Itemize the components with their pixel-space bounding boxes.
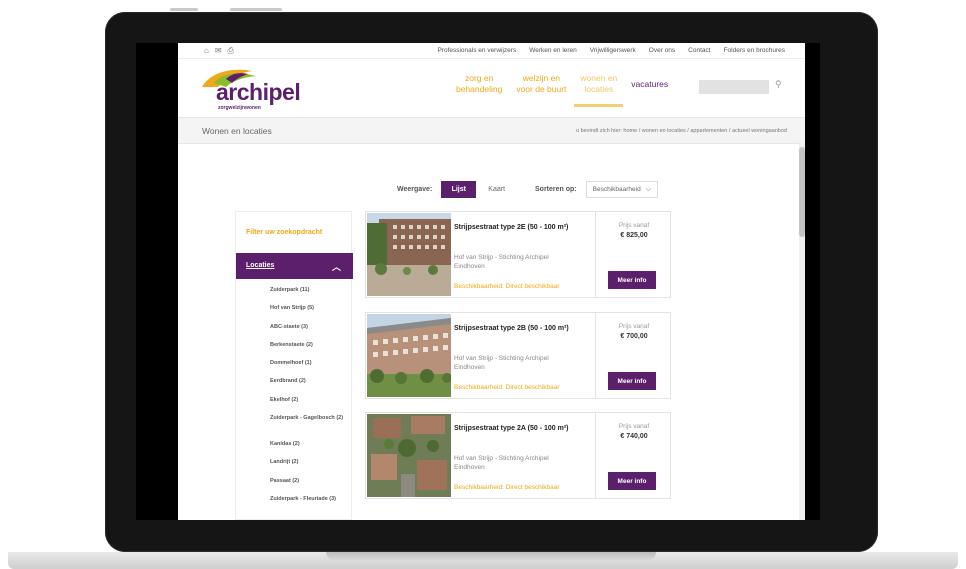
laptop-mockup: ⌂ ✉ ⎙ Professionals en verwijzers Werken… (0, 0, 966, 569)
breadcrumb-bar: Wonen en locaties u bevindt zich hier: h… (178, 117, 805, 144)
location-item[interactable]: Passaat (2) (270, 478, 350, 496)
nav-zorg[interactable]: zorg en behandeling (456, 73, 502, 95)
location-item[interactable]: Ekelhof (2) (270, 397, 350, 415)
utility-links: Professionals en verwijzers Werken en le… (437, 47, 785, 54)
nav-vacatures[interactable]: vacatures (631, 79, 668, 95)
utility-link-professionals[interactable]: Professionals en verwijzers (437, 47, 516, 54)
utility-link-werken[interactable]: Werken en leren (529, 47, 577, 54)
locations-accordion[interactable]: Locaties ︿ (236, 253, 353, 279)
sort-select[interactable]: Beschikbaarheid ⌵ (585, 181, 658, 198)
logo-tagline: zorgwelzijnwonen (218, 105, 261, 111)
page-scrollbar[interactable] (799, 143, 805, 520)
location-item[interactable]: Zuiderpark - Gagelbosch (2) (270, 415, 350, 441)
webpage: ⌂ ✉ ⎙ Professionals en verwijzers Werken… (178, 43, 805, 520)
price-label: Prijs vanaf (618, 222, 650, 229)
more-info-button[interactable]: Meer info (608, 372, 656, 390)
availability-text: Beschikbaarheid: Direct beschikbaar (454, 384, 560, 391)
price-value: € 700,00 (620, 333, 648, 340)
result-card: Strijpsestraat type 2E (50 - 100 m²) Hof… (365, 211, 671, 298)
search-icon[interactable]: ⚲ (775, 79, 782, 90)
result-card: Strijpsestraat type 2A (50 - 100 m²) Hof… (365, 412, 671, 499)
location-item[interactable]: Berkenstaete (2) (270, 342, 350, 360)
property-photo[interactable] (367, 414, 451, 497)
utility-link-vrijwilligers[interactable]: Vrijwilligerswerk (590, 47, 636, 54)
price-label: Prijs vanaf (618, 423, 650, 430)
location-item[interactable]: Hof van Strijp (5) (270, 305, 350, 323)
home-icon[interactable]: ⌂ (204, 46, 209, 55)
location-item[interactable]: Eerdbrand (2) (270, 378, 350, 396)
scrollbar-thumb[interactable] (799, 147, 805, 237)
view-label: Weergave: (397, 186, 433, 193)
property-title[interactable]: Strijpsestraat type 2A (50 - 100 m²) (454, 425, 569, 432)
mail-icon[interactable]: ✉ (215, 46, 222, 55)
price-value: € 825,00 (620, 232, 648, 239)
locations-label: Locaties (246, 262, 275, 269)
bezel-highlight (170, 8, 198, 11)
location-item[interactable]: Landrijt (2) (270, 459, 350, 477)
utility-bar: ⌂ ✉ ⎙ Professionals en verwijzers Werken… (178, 43, 805, 59)
main-nav: zorg en behandeling welzijn en voor de b… (456, 73, 668, 107)
chevron-up-icon: ︿ (332, 262, 342, 272)
list-view-button[interactable]: Lijst (441, 181, 477, 198)
print-icon[interactable]: ⎙ (228, 46, 234, 55)
chevron-down-icon: ⌵ (645, 185, 652, 193)
property-organisation: Hof van Strijp - Stichting Archipel Eind… (454, 355, 549, 371)
logo-wordmark: archipel (216, 79, 301, 105)
filter-sidebar: Filter uw zoekopdracht Locaties ︿ Zuider… (235, 211, 353, 520)
availability-text: Beschikbaarheid: Direct beschikbaar (454, 283, 560, 290)
nav-wonen[interactable]: wonen en locaties (574, 73, 624, 107)
property-organisation: Hof van Strijp - Stichting Archipel Eind… (454, 455, 549, 471)
utility-link-over-ons[interactable]: Over ons (649, 47, 675, 54)
location-item[interactable]: ABC-staete (3) (270, 324, 350, 342)
property-photo[interactable] (367, 314, 451, 397)
laptop-notch (326, 552, 656, 560)
laptop-screen: ⌂ ✉ ⎙ Professionals en verwijzers Werken… (136, 43, 820, 520)
archipel-logo[interactable]: archipel zorgwelzijnwonen (200, 67, 320, 111)
page-title: Wonen en locaties (202, 126, 272, 136)
location-item[interactable]: Kanidas (2) (270, 441, 350, 459)
search-input[interactable] (699, 80, 769, 94)
property-photo[interactable] (367, 213, 451, 296)
filter-title: Filter uw zoekopdracht (246, 229, 323, 236)
price-label: Prijs vanaf (618, 323, 650, 330)
more-info-button[interactable]: Meer info (608, 271, 656, 289)
property-title[interactable]: Strijpsestraat type 2B (50 - 100 m²) (454, 325, 569, 332)
more-info-button[interactable]: Meer info (608, 472, 656, 490)
site-header: archipel zorgwelzijnwonen zorg en behand… (178, 59, 805, 117)
price-value: € 740,00 (620, 433, 648, 440)
property-title[interactable]: Strijpsestraat type 2E (50 - 100 m²) (454, 224, 568, 231)
property-organisation: Hof van Strijp - Stichting Archipel Eind… (454, 254, 549, 270)
map-view-button[interactable]: Kaart (488, 186, 505, 193)
utility-link-contact[interactable]: Contact (688, 47, 710, 54)
view-controls: Weergave: Lijst Kaart Sorteren op: Besch… (397, 181, 658, 198)
result-card: Strijpsestraat type 2B (50 - 100 m²) Hof… (365, 312, 671, 399)
location-item[interactable]: Zuiderpark (11) (270, 287, 350, 305)
location-item[interactable]: Zuiderpark - Fleuriade (3) (270, 496, 350, 514)
bezel-highlight (230, 8, 282, 11)
availability-text: Beschikbaarheid: Direct beschikbaar (454, 484, 560, 491)
breadcrumb[interactable]: u bevindt zich hier: home / wonen en loc… (576, 128, 787, 134)
nav-welzijn[interactable]: welzijn en voor de buurt (516, 73, 566, 95)
sort-label: Sorteren op: (535, 186, 577, 193)
locations-list: Zuiderpark (11) Hof van Strijp (5) ABC-s… (270, 287, 350, 514)
utility-link-folders[interactable]: Folders en brochures (724, 47, 785, 54)
location-item[interactable]: Dommelhoef (1) (270, 360, 350, 378)
